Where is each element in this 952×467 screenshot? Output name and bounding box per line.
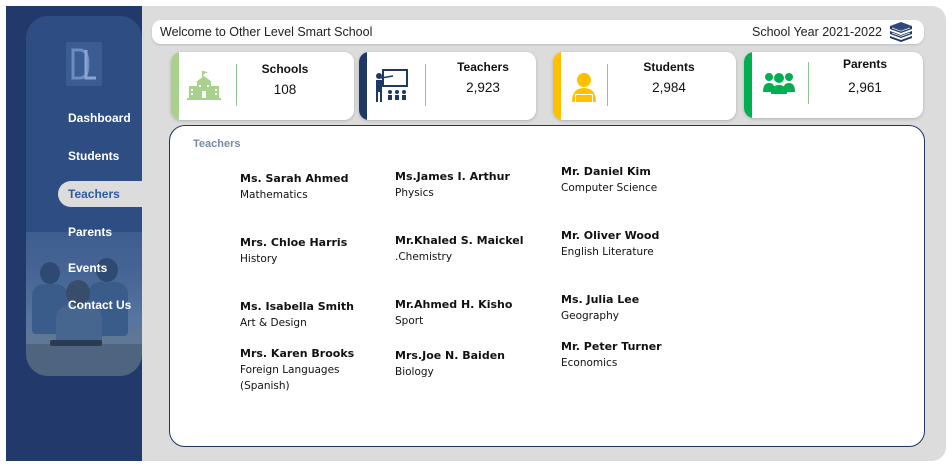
school-year: School Year 2021-2022 (752, 22, 914, 42)
teacher-item[interactable]: Mr. Oliver Wood English Literature (561, 228, 681, 260)
teacher-name: Mr.Ahmed H. Kisho (395, 298, 513, 311)
stat-card-parents[interactable]: Parents 2,961 (744, 52, 923, 118)
sidebar-item-students[interactable]: Students (26, 142, 142, 170)
dl-logo-icon[interactable] (66, 42, 102, 86)
teacher-name: Mr. Peter Turner (561, 340, 662, 353)
teacher-item[interactable]: Ms. Sarah Ahmed Mathematics (240, 171, 360, 203)
app-window: Dashboard Students Teachers Parents Even… (0, 0, 952, 467)
teacher-subject: Physics (395, 187, 434, 199)
teacher-subject: Foreign Languages (Spanish) (240, 364, 340, 392)
teacher-subject: Computer Science (561, 182, 658, 194)
teachers-panel-title: Teachers (193, 138, 241, 150)
teacher-item[interactable]: Ms. Julia Lee Geography (561, 292, 681, 324)
teacher-subject: History (240, 253, 278, 265)
teacher-item[interactable]: Mr.Ahmed H. Kisho Sport (395, 297, 515, 329)
teacher-subject: English Literature (561, 246, 654, 258)
teacher-item[interactable]: Mrs.Joe N. Baiden Biology (395, 348, 515, 380)
card-accent (553, 52, 561, 120)
teacher-item[interactable]: Ms. Isabella Smith Art & Design (240, 299, 360, 331)
card-accent (359, 52, 367, 120)
teacher-name: Mrs.Joe N. Baiden (395, 349, 505, 362)
stat-label: Parents (842, 57, 888, 71)
teacher-item[interactable]: Mrs. Karen Brooks Foreign Languages (Spa… (240, 346, 360, 394)
teacher-item[interactable]: Mrs. Chloe Harris History (240, 235, 360, 267)
welcome-bar: Welcome to Other Level Smart School Scho… (152, 20, 924, 44)
welcome-text: Welcome to Other Level Smart School (160, 25, 373, 39)
stat-label: Teachers (457, 60, 509, 74)
teacher-name: Ms. Isabella Smith (240, 300, 354, 313)
sidebar-item-teachers[interactable]: Teachers (26, 180, 142, 208)
books-icon (890, 22, 912, 42)
stat-card-schools[interactable]: Schools 108 (171, 52, 354, 120)
teacher-item[interactable]: Ms.James I. Arthur Physics (395, 169, 515, 201)
parents-icon (763, 73, 795, 94)
teacher-subject: Art & Design (240, 317, 307, 329)
teacher-subject: Economics (561, 357, 618, 369)
card-accent (744, 52, 752, 118)
stat-label: Schools (261, 62, 309, 76)
teacher-name: Ms. Sarah Ahmed (240, 172, 349, 185)
teacher-name: Mr. Daniel Kim (561, 165, 651, 178)
sidebar-item-contact-us[interactable]: Contact Us (26, 291, 142, 319)
teacher-subject: Geography (561, 310, 619, 322)
sidebar-item-dashboard[interactable]: Dashboard (26, 104, 142, 132)
teacher-item[interactable]: Mr. Peter Turner Economics (561, 339, 681, 371)
sidebar-item-events[interactable]: Events (26, 254, 142, 282)
stat-card-students[interactable]: Students 2,984 (553, 52, 736, 120)
teacher-subject: .Chemistry (395, 251, 453, 263)
stat-card-teachers[interactable]: Teachers 2,923 (359, 52, 536, 120)
stat-value: 2,923 (466, 80, 500, 95)
stat-value: 2,961 (848, 80, 882, 95)
teacher-name: Mr.Khaled S. Maickel (395, 234, 524, 247)
student-icon (572, 73, 596, 102)
school-year-label: School Year 2021-2022 (752, 25, 882, 39)
stat-value: 2,984 (652, 80, 686, 95)
teacher-item[interactable]: Mr.Khaled S. Maickel .Chemistry (395, 233, 524, 265)
school-icon (187, 71, 221, 100)
card-accent (171, 52, 179, 120)
teacher-subject: Biology (395, 366, 434, 378)
teacher-subject: Mathematics (240, 189, 308, 201)
sidebar-item-parents[interactable]: Parents (26, 218, 142, 246)
teacher-name: Ms. Julia Lee (561, 293, 640, 306)
teacher-board-icon (376, 69, 408, 102)
stat-label: Students (643, 60, 695, 74)
teacher-name: Ms.James I. Arthur (395, 170, 510, 183)
teacher-name: Mrs. Karen Brooks (240, 347, 355, 360)
teacher-subject: Sport (395, 315, 424, 327)
stat-value: 108 (273, 82, 297, 97)
teacher-name: Mrs. Chloe Harris (240, 236, 348, 249)
teacher-item[interactable]: Mr. Daniel Kim Computer Science (561, 164, 681, 196)
teacher-name: Mr. Oliver Wood (561, 229, 660, 242)
